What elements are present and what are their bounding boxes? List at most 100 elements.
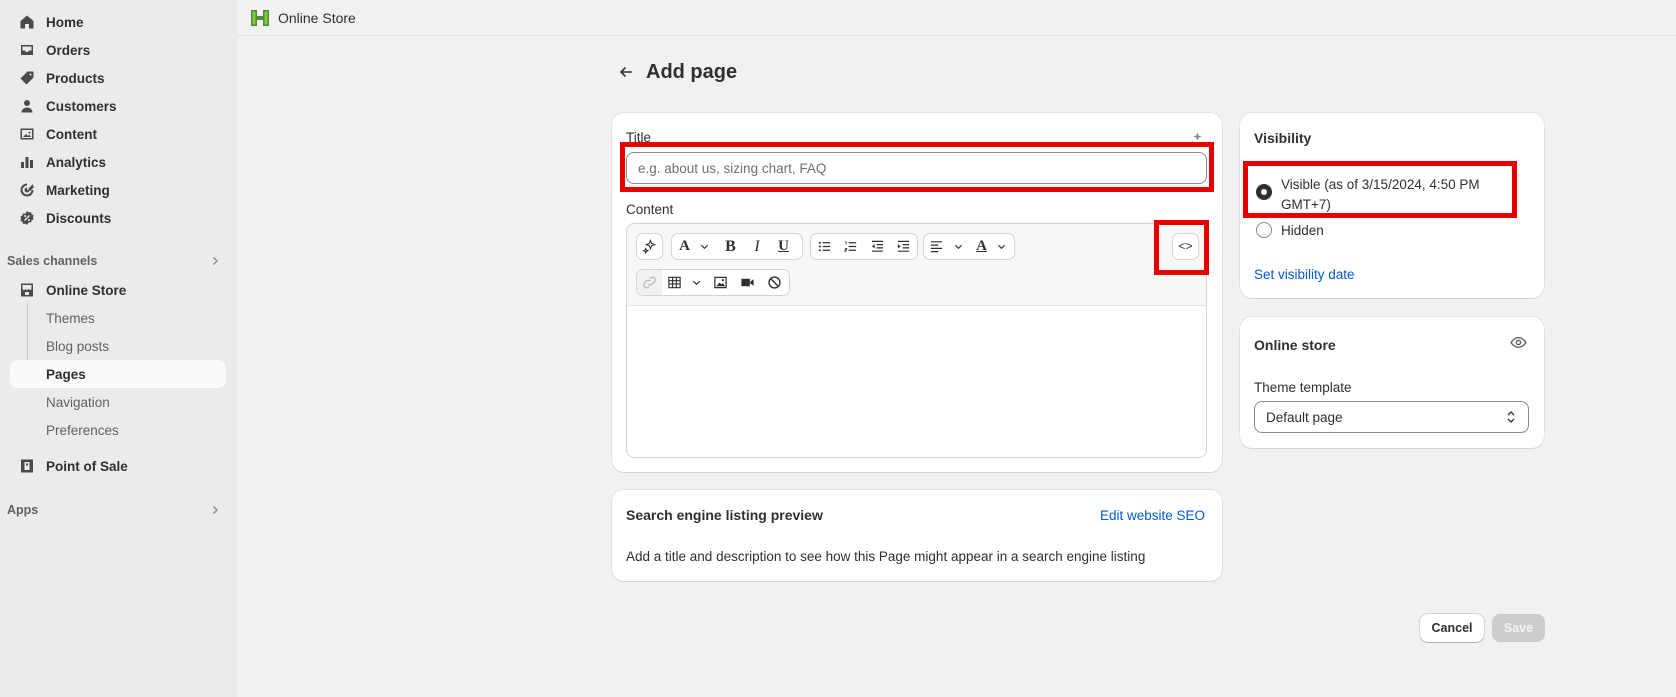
show-html-label: <> [1178, 239, 1193, 254]
edit-website-seo-link[interactable]: Edit website SEO [1100, 508, 1205, 523]
sidebar-item-themes[interactable]: Themes [10, 304, 226, 332]
nav-marketing[interactable]: Marketing [10, 176, 226, 204]
page-header: Add page [614, 60, 737, 84]
sidebar: Home Orders Products Customers Content A… [0, 0, 237, 697]
title-input[interactable] [626, 152, 1207, 184]
eye-icon[interactable] [1510, 334, 1527, 351]
clear-formatting-icon [768, 276, 781, 289]
sub-label: Navigation [46, 394, 110, 410]
apps-header[interactable]: Apps [7, 498, 223, 522]
online-store-card-title: Online store [1254, 337, 1336, 353]
page-title: Add page [646, 60, 738, 83]
nav-label: Content [46, 126, 97, 142]
toolbar-group-format: A B I U [671, 233, 803, 260]
arrow-left-icon [619, 66, 632, 78]
seo-title: Search engine listing preview [626, 507, 823, 523]
target-icon [18, 181, 36, 199]
save-button[interactable]: Save [1492, 614, 1545, 642]
toolbar-group-lists [810, 233, 918, 260]
ai-sparkle-icon[interactable] [1189, 131, 1204, 146]
insert-link-button[interactable] [637, 270, 662, 295]
cancel-label: Cancel [1431, 621, 1473, 635]
sales-channels-label: Sales channels [7, 254, 98, 268]
rich-text-editor: A B I U A <> [626, 223, 1207, 458]
tag-icon [18, 69, 36, 87]
sidebar-item-navigation[interactable]: Navigation [10, 388, 226, 416]
ai-generate-button[interactable] [637, 234, 662, 259]
sidebar-item-pages[interactable]: Pages [10, 360, 226, 388]
bullet-list-button[interactable] [811, 234, 838, 259]
online-store-logo-icon [251, 9, 269, 26]
sales-channels-header[interactable]: Sales channels [7, 249, 223, 273]
nav-label: Orders [46, 42, 91, 58]
font-style-dropdown[interactable]: A [672, 234, 717, 259]
table-icon [668, 276, 681, 289]
store-name: Online Store [278, 9, 356, 26]
sparkle-icon [642, 239, 657, 254]
nav-online-store[interactable]: Online Store [10, 276, 226, 304]
text-color-label: A [976, 238, 987, 254]
chevron-down-icon [692, 280, 701, 286]
nav-products[interactable]: Products [10, 64, 226, 92]
set-visibility-date-link[interactable]: Set visibility date [1254, 267, 1355, 282]
insert-image-button[interactable] [707, 270, 734, 295]
link-icon [643, 276, 656, 289]
text-color-dropdown[interactable]: A [969, 234, 1014, 259]
align-left-icon [930, 241, 943, 253]
seo-description: Add a title and description to see how t… [626, 549, 1146, 564]
italic-button[interactable]: I [744, 234, 770, 259]
visible-radio[interactable] [1256, 184, 1272, 200]
hidden-radio[interactable] [1256, 222, 1272, 238]
chevron-down-icon [954, 244, 963, 250]
outdent-icon [871, 240, 883, 252]
toolbar-group-insert [636, 269, 790, 296]
nav-home[interactable]: Home [10, 8, 226, 36]
align-dropdown[interactable] [924, 234, 969, 259]
select-chevron-icon [1507, 411, 1515, 423]
image-icon [18, 125, 36, 143]
theme-template-label: Theme template [1254, 380, 1352, 395]
nav-label: Online Store [46, 282, 127, 298]
discount-icon [18, 209, 36, 227]
chevron-down-icon [700, 244, 709, 250]
nav-customers[interactable]: Customers [10, 92, 226, 120]
insert-table-dropdown[interactable] [662, 270, 707, 295]
bold-button[interactable]: B [717, 234, 744, 259]
toolbar-group-align-color: A [923, 233, 1015, 260]
nav-content[interactable]: Content [10, 120, 226, 148]
back-button[interactable] [614, 60, 638, 84]
chevron-right-icon [213, 257, 218, 265]
apps-label: Apps [7, 503, 39, 517]
outdent-button[interactable] [864, 234, 891, 259]
indent-button[interactable] [891, 234, 918, 259]
visibility-title: Visibility [1254, 130, 1312, 146]
nav-label: Discounts [46, 210, 112, 226]
nav-label: Home [46, 14, 84, 30]
home-icon [18, 13, 36, 31]
nav-point-of-sale[interactable]: Point of Sale [10, 452, 226, 480]
nav-orders[interactable]: Orders [10, 36, 226, 64]
topbar: Online Store [237, 0, 1676, 36]
visible-label-line2: GMT+7) [1281, 197, 1331, 212]
content-editor-area[interactable] [627, 307, 1206, 457]
clear-formatting-button[interactable] [761, 270, 788, 295]
numbered-list-button[interactable] [838, 234, 865, 259]
numbered-list-icon [844, 241, 857, 252]
sub-label: Preferences [46, 422, 119, 438]
nav-analytics[interactable]: Analytics [10, 148, 226, 176]
nav-label: Marketing [46, 182, 110, 198]
bold-label: B [725, 237, 736, 255]
nav-discounts[interactable]: Discounts [10, 204, 226, 232]
nav-label: Analytics [46, 154, 107, 170]
person-icon [18, 97, 36, 115]
insert-video-button[interactable] [734, 270, 761, 295]
sidebar-item-preferences[interactable]: Preferences [10, 416, 226, 444]
hidden-radio-label[interactable]: Hidden [1281, 223, 1324, 238]
underline-button[interactable]: U [770, 234, 797, 259]
show-html-button[interactable]: <> [1173, 234, 1198, 259]
visible-radio-label[interactable]: Visible (as of 3/15/2024, 4:50 PM GMT+7) [1281, 175, 1480, 215]
theme-template-select[interactable]: Default page [1254, 401, 1529, 433]
cancel-button[interactable]: Cancel [1420, 614, 1484, 642]
save-label: Save [1503, 621, 1534, 635]
sidebar-item-blog-posts[interactable]: Blog posts [10, 332, 226, 360]
